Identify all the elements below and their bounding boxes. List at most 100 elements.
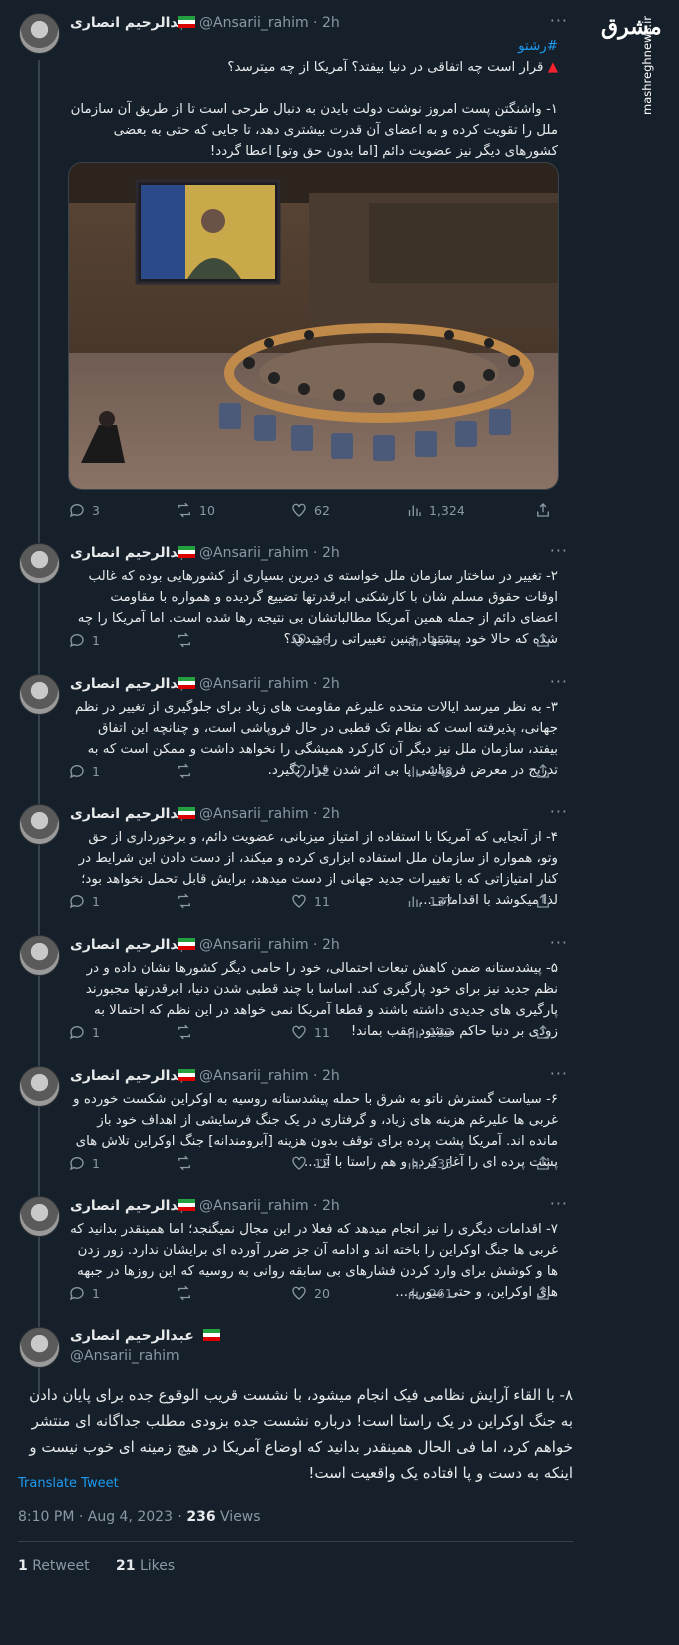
author-name[interactable]: عبدالرحیم انصاری <box>70 937 194 953</box>
views-button[interactable]: 157 <box>405 631 453 649</box>
like-button[interactable]: 11 <box>290 892 330 910</box>
main-tweet-text: ۸- با القاء آرایش نظامی فیک انجام میشود،… <box>29 1386 573 1482</box>
timestamp-text[interactable]: 8:10 PM · Aug 4, 2023 · <box>18 1509 186 1525</box>
tweet-thread: عبدالرحیم انصاری @Ansarii_rahim · 2h ···… <box>0 0 588 1645</box>
retweet-button[interactable] <box>175 631 199 649</box>
likes-stat[interactable]: 21 Likes <box>116 1558 175 1574</box>
like-button[interactable]: 62 <box>290 501 330 519</box>
share-button[interactable] <box>534 501 552 519</box>
retweet-button[interactable] <box>175 1284 199 1302</box>
share-button[interactable] <box>534 631 552 649</box>
more-options-icon[interactable]: ··· <box>550 11 568 30</box>
more-options-icon[interactable]: ··· <box>550 1064 568 1083</box>
author-name[interactable]: عبدالرحیم انصاری <box>70 15 194 31</box>
tweet-time[interactable]: 2h <box>322 937 340 953</box>
heart-icon <box>292 894 306 908</box>
reply-button[interactable]: 1 <box>68 1154 100 1172</box>
views-count: 157 <box>429 632 453 648</box>
share-icon <box>537 1286 549 1300</box>
like-button[interactable]: 12 <box>290 1154 330 1172</box>
tweet-time[interactable]: 2h <box>322 676 340 692</box>
avatar[interactable] <box>19 674 60 715</box>
author-handle[interactable]: @Ansarii_rahim <box>199 1198 309 1214</box>
tweet-time[interactable]: 2h <box>322 545 340 561</box>
avatar[interactable] <box>19 1196 60 1237</box>
retweet-button[interactable] <box>175 892 199 910</box>
like-button[interactable]: 12 <box>290 762 330 780</box>
author-name[interactable]: عبدالرحیم انصاری <box>70 1328 194 1344</box>
views-chart-icon <box>408 766 421 777</box>
views-chart-icon <box>408 505 421 516</box>
views-count: 137 <box>429 893 453 909</box>
reply-button[interactable]: 1 <box>68 762 100 780</box>
share-button[interactable] <box>534 1154 552 1172</box>
author-handle[interactable]: @Ansarii_rahim <box>199 676 309 692</box>
retweets-stat[interactable]: 1 Retweet <box>18 1558 90 1574</box>
views-button[interactable]: 133 <box>405 1023 453 1041</box>
views-chart-icon <box>408 896 421 907</box>
author-name[interactable]: عبدالرحیم انصاری <box>70 676 194 692</box>
views-count: 1,324 <box>429 502 465 518</box>
like-button[interactable]: 16 <box>290 631 330 649</box>
avatar[interactable] <box>19 13 60 54</box>
tweet-time[interactable]: 2h <box>322 1068 340 1084</box>
author-name[interactable]: عبدالرحیم انصاری <box>70 806 194 822</box>
retweet-button[interactable] <box>175 762 199 780</box>
like-count: 12 <box>314 763 330 779</box>
avatar[interactable] <box>19 935 60 976</box>
tweet-time[interactable]: 2h <box>322 1198 340 1214</box>
share-button[interactable] <box>534 1284 552 1302</box>
author-handle[interactable]: @Ansarii_rahim <box>199 937 309 953</box>
divider <box>18 1541 573 1542</box>
more-options-icon[interactable]: ··· <box>550 1194 568 1213</box>
author-handle[interactable]: @Ansarii_rahim <box>199 806 309 822</box>
translate-tweet-link[interactable]: Translate Tweet <box>18 1476 119 1491</box>
reply-button[interactable]: 1 <box>68 1284 100 1302</box>
retweet-button[interactable] <box>175 1154 199 1172</box>
more-options-icon[interactable]: ··· <box>550 672 568 691</box>
views-button[interactable]: 135 <box>405 1154 453 1172</box>
reply-button[interactable]: 1 <box>68 631 100 649</box>
author-handle[interactable]: @Ansarii_rahim <box>199 545 309 561</box>
tweet-media-image[interactable] <box>68 162 559 490</box>
author-name[interactable]: عبدالرحیم انصاری <box>70 1198 194 1214</box>
hashtag-link[interactable]: #رشتو <box>70 36 558 57</box>
tweet-header: عبدالرحیم انصاری @Ansarii_rahim · 2h ··· <box>70 672 568 692</box>
avatar[interactable] <box>19 804 60 845</box>
like-button[interactable]: 11 <box>290 1023 330 1041</box>
share-button[interactable] <box>534 1023 552 1041</box>
retweet-button[interactable]: 10 <box>175 501 215 519</box>
like-count: 11 <box>314 1024 330 1040</box>
views-button[interactable]: 1,324 <box>405 501 465 519</box>
avatar[interactable] <box>19 543 60 584</box>
tweet-line: قرار است چه اتفاقی در دنیا بیفتد؟ آمریکا… <box>227 60 544 75</box>
author-name[interactable]: عبدالرحیم انصاری <box>70 545 194 561</box>
more-options-icon[interactable]: ··· <box>550 933 568 952</box>
tweet-time[interactable]: 2h <box>322 15 340 31</box>
views-button[interactable]: 261 <box>405 1284 453 1302</box>
avatar[interactable] <box>19 1066 60 1107</box>
author-handle[interactable]: @Ansarii_rahim <box>199 1068 309 1084</box>
share-button[interactable] <box>534 762 552 780</box>
author-handle[interactable]: @Ansarii_rahim <box>70 1348 180 1364</box>
heart-icon <box>292 1156 306 1170</box>
tweet-actions: 1 16 157 <box>68 631 568 653</box>
tweet-time[interactable]: 2h <box>322 806 340 822</box>
more-options-icon[interactable]: ··· <box>550 802 568 821</box>
tweet-header: عبدالرحیم انصاری @Ansarii_rahim · 2h ··· <box>70 11 568 31</box>
share-button[interactable] <box>534 892 552 910</box>
author-name[interactable]: عبدالرحیم انصاری <box>70 1068 194 1084</box>
avatar[interactable] <box>19 1327 60 1368</box>
views-button[interactable]: 148 <box>405 762 453 780</box>
more-options-icon[interactable]: ··· <box>550 541 568 560</box>
retweet-button[interactable] <box>175 1023 199 1041</box>
views-button[interactable]: 137 <box>405 892 453 910</box>
retweet-count: 10 <box>199 502 215 518</box>
like-button[interactable]: 20 <box>290 1284 330 1302</box>
reply-button[interactable]: 1 <box>68 892 100 910</box>
tweet-timestamp: 8:10 PM · Aug 4, 2023 · 236 Views <box>18 1509 261 1525</box>
reply-button[interactable]: 1 <box>68 1023 100 1041</box>
views-chart-icon <box>408 1027 421 1038</box>
reply-button[interactable]: 3 <box>68 501 100 519</box>
author-handle[interactable]: @Ansarii_rahim <box>199 15 309 31</box>
